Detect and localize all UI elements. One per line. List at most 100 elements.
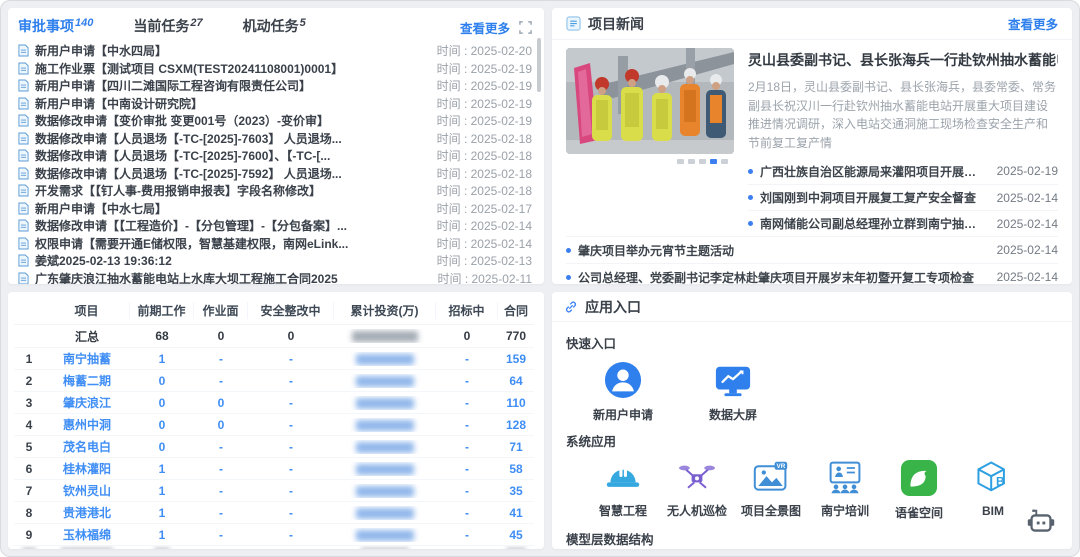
- expand-icon[interactable]: [519, 21, 532, 34]
- col-project: 项目: [44, 302, 130, 319]
- masked-investment-value: [334, 506, 436, 520]
- table-row[interactable]: 4 惠州中洞 0 0 - - 128: [14, 413, 534, 435]
- app-new-user-request[interactable]: 新用户申请: [590, 361, 656, 423]
- table-row[interactable]: 6 桂林灌阳 1 - - - 58: [14, 457, 534, 479]
- tab-label: 机动任务: [243, 18, 299, 34]
- app-data-screen[interactable]: 数据大屏: [700, 361, 766, 423]
- apps-panel-title: 应用入口: [585, 297, 641, 317]
- approval-title: 广东肇庆浪江抽水蓄能电站上水库大坝工程施工合同2025: [35, 270, 428, 284]
- masked-investment-value: [334, 528, 436, 542]
- project-name-link[interactable]: 玉林福绵: [44, 526, 130, 543]
- project-name-link[interactable]: 桂林灌阳: [44, 460, 130, 477]
- project-name-link[interactable]: 肇庆浪江: [44, 394, 130, 411]
- approval-item[interactable]: 新用户申请【中南设计研究院】 时间 : 2025-02-19: [18, 95, 532, 113]
- summary-name: 汇总: [44, 328, 130, 345]
- data-screen-icon: [713, 361, 753, 399]
- app-training[interactable]: 南宁培训: [812, 459, 878, 521]
- training-icon: [825, 459, 865, 495]
- news-item[interactable]: 公司总经理、党委副书记李定林赴肇庆项目开展岁末年初暨开复工专项检查 2025-0…: [566, 263, 1058, 284]
- row-index: 5: [14, 440, 44, 454]
- tab-count-badge: 5: [300, 17, 306, 29]
- approval-item[interactable]: 权限申请【需要开通E储权限，智慧基建权限，南网eLink... 时间 : 202…: [18, 235, 532, 253]
- col-safety: 安全整改中: [248, 302, 334, 319]
- tab-count-badge: 27: [190, 17, 202, 29]
- tab-mobile-tasks[interactable]: 机动任务5: [243, 16, 306, 36]
- document-icon: [18, 79, 29, 92]
- app-panorama[interactable]: VR 项目全景图: [738, 459, 804, 521]
- system-apps-label: 系统应用: [566, 431, 1058, 450]
- approval-time: 时间 : 2025-02-19: [437, 95, 532, 112]
- approval-item[interactable]: 数据修改申请【人员退场【-TC-[2025]-7603】 人员退场... 时间 …: [18, 130, 532, 148]
- news-item[interactable]: 广西壮族自治区能源局来灌阳项目开展春节启复... 2025-02-19: [748, 158, 1058, 184]
- tab-approval-items[interactable]: 审批事项140: [18, 16, 93, 36]
- table-row[interactable]: 2 梅蓄二期 0 - - - 64: [14, 369, 534, 391]
- table-row[interactable]: 3 肇庆浪江 0 0 - - 110: [14, 391, 534, 413]
- approval-item[interactable]: 新用户申请【中水四局】 时间 : 2025-02-20: [18, 42, 532, 60]
- approval-item[interactable]: 数据修改申请【【工程造价】-【分包管理】-【分包备案】... 时间 : 2025…: [18, 217, 532, 235]
- approval-title: 数据修改申请【【工程造价】-【分包管理】-【分包备案】...: [35, 217, 427, 234]
- table-row[interactable]: 1 南宁抽蓄 1 - - - 159: [14, 347, 534, 369]
- project-name-link[interactable]: 惠州中洞: [44, 416, 130, 433]
- tab-current-tasks[interactable]: 当前任务27: [133, 16, 202, 36]
- app-smart-engineering[interactable]: 智慧工程: [590, 459, 656, 521]
- carousel-dot-active[interactable]: [710, 159, 717, 164]
- carousel-dot[interactable]: [677, 159, 684, 164]
- approval-item[interactable]: 数据修改申请【人员退场【-TC-[2025]-7600】、【-TC-[... 时…: [18, 147, 532, 165]
- approval-title: 施工作业票【测试项目 CSXM(TEST20241108001)0001】: [35, 60, 427, 77]
- project-name-link[interactable]: 贵港港北: [44, 504, 130, 521]
- approval-title: 数据修改申请【人员退场【-TC-[2025]-7592】 人员退场...: [35, 165, 427, 182]
- bim-cube-icon: B: [973, 459, 1013, 497]
- news-photo[interactable]: [566, 48, 734, 154]
- scrollbar-thumb[interactable]: [537, 38, 541, 92]
- table-row[interactable]: 8 贵港港北 1 - - - 41: [14, 501, 534, 523]
- app-yuque-space[interactable]: 语雀空间: [886, 459, 952, 521]
- masked-investment-value: [334, 396, 436, 410]
- news-item[interactable]: 南网储能公司副总经理孙立群到南宁抽水蓄能电... 2025-02-14: [748, 210, 1058, 236]
- helmet-icon: [603, 459, 643, 495]
- approvals-list: 新用户申请【中水四局】 时间 : 2025-02-20 施工作业票【测试项目 C…: [18, 42, 532, 284]
- bullet-icon: [748, 195, 753, 200]
- document-icon: [18, 219, 29, 232]
- carousel-dot[interactable]: [688, 159, 695, 164]
- row-index: 4: [14, 418, 44, 432]
- news-item[interactable]: 肇庆项目举办元宵节主题活动 2025-02-14: [566, 236, 1058, 263]
- app-bim[interactable]: B BIM: [960, 459, 1026, 521]
- robot-assistant-icon[interactable]: [1024, 506, 1058, 545]
- approval-item[interactable]: 施工作业票【测试项目 CSXM(TEST20241108001)0001】 时间…: [18, 60, 532, 78]
- approval-item[interactable]: 姜斌2025-02-13 19:36:12 时间 : 2025-02-13: [18, 252, 532, 270]
- project-name-link[interactable]: 梅蓄二期: [44, 372, 130, 389]
- masked-investment-value: [334, 352, 436, 366]
- approval-title: 新用户申请【中南设计研究院】: [35, 95, 427, 112]
- link-icon: [564, 300, 578, 314]
- project-name-link[interactable]: 钦州灵山: [44, 482, 130, 499]
- carousel-dot[interactable]: [721, 159, 728, 164]
- news-icon: [566, 16, 581, 31]
- featured-news-title[interactable]: 灵山县委副书记、县长张海兵一行赴钦州抽水蓄能电站调研: [748, 50, 1058, 70]
- news-more-link[interactable]: 查看更多: [1008, 14, 1058, 33]
- news-item[interactable]: 刘国刚到中洞项目开展复工复产安全督查 2025-02-14: [748, 184, 1058, 210]
- table-row[interactable]: 7 钦州灵山 1 - - - 35: [14, 479, 534, 501]
- app-drone-inspection[interactable]: 无人机巡检: [664, 459, 730, 521]
- approval-item[interactable]: 数据修改申请【人员退场【-TC-[2025]-7592】 人员退场... 时间 …: [18, 165, 532, 183]
- news-item-title: 广西壮族自治区能源局来灌阳项目开展春节启复...: [760, 163, 985, 180]
- tab-label: 审批事项: [18, 18, 74, 34]
- approval-item[interactable]: 广东肇庆浪江抽水蓄能电站上水库大坝工程施工合同2025 时间 : 2025-02…: [18, 270, 532, 285]
- carousel-dot[interactable]: [699, 159, 706, 164]
- approval-time: 时间 : 2025-02-19: [437, 60, 532, 77]
- approval-title: 数据修改申请【人员退场【-TC-[2025]-7600】、【-TC-[...: [35, 147, 427, 164]
- approval-item[interactable]: 新用户申请【四川二滩国际工程咨询有限责任公司】 时间 : 2025-02-19: [18, 77, 532, 95]
- svg-text:B: B: [996, 474, 1005, 488]
- table-row[interactable]: 9 玉林福绵 1 - - - 45: [14, 523, 534, 545]
- col-investment: 累计投资(万): [334, 302, 436, 319]
- approval-item[interactable]: 开发需求【【钉人事-费用报销申报表】字段名称修改】 时间 : 2025-02-1…: [18, 182, 532, 200]
- approval-item[interactable]: 新用户申请【中水七局】 时间 : 2025-02-17: [18, 200, 532, 218]
- project-name-link[interactable]: 南宁抽蓄: [44, 350, 130, 367]
- approval-item[interactable]: 数据修改申请【变价审批 变更001号（2023）-变价审】 时间 : 2025-…: [18, 112, 532, 130]
- project-name-link[interactable]: 茂名电白: [44, 438, 130, 455]
- table-row[interactable]: 5 茂名电白 0 - - - 71: [14, 435, 534, 457]
- news-item-date: 2025-02-14: [997, 270, 1058, 284]
- featured-news-summary: 2月18日，灵山县委副书记、县长张海兵，县委常委、常务副县长祝汉川一行赴钦州抽水…: [748, 78, 1058, 152]
- approval-title: 权限申请【需要开通E储权限，智慧基建权限，南网eLink...: [35, 235, 427, 252]
- approvals-more-link[interactable]: 查看更多: [460, 18, 510, 37]
- approval-time: 时间 : 2025-02-19: [437, 112, 532, 129]
